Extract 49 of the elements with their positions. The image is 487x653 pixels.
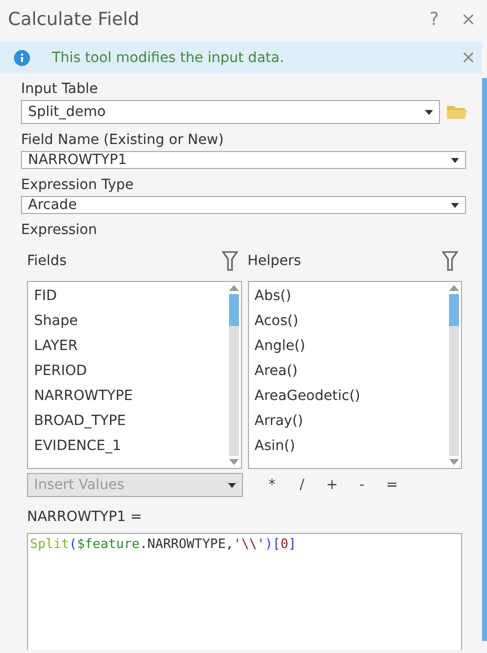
operator-button[interactable]: - <box>347 476 377 494</box>
scrollbar-thumb[interactable] <box>482 78 487 641</box>
field-label: Field Name (Existing or New) <box>21 132 225 148</box>
scroll-down-icon[interactable] <box>228 459 238 465</box>
section-label: Expression <box>21 222 98 238</box>
list-item[interactable]: Abs() <box>254 284 441 309</box>
input-table-dropdown[interactable]: Split_demo <box>21 100 440 124</box>
operator-button[interactable]: / <box>287 476 317 494</box>
banner-message: This tool modifies the input data. <box>52 50 286 66</box>
list-item[interactable]: EVIDENCE_1 <box>34 434 220 459</box>
operator-button[interactable]: * <box>257 476 287 494</box>
field-label: Expression Type <box>21 177 135 193</box>
operator-button[interactable]: + <box>317 476 347 494</box>
list-item[interactable]: Array() <box>254 409 441 434</box>
list-item[interactable]: Acos() <box>254 309 441 334</box>
code-editor[interactable]: Split($feature.NARROWTYPE,'\\')[0] <box>27 533 462 650</box>
expression-type-dropdown[interactable]: Arcade <box>21 196 466 214</box>
caret-icon <box>451 158 459 162</box>
scroll-up-icon[interactable] <box>228 285 238 291</box>
caret-icon <box>425 110 433 114</box>
list-item[interactable]: FID <box>34 284 220 309</box>
scroll-up-icon[interactable] <box>449 285 459 291</box>
list-item[interactable]: LAYER <box>34 334 220 359</box>
info-icon <box>14 50 30 66</box>
list-title: Helpers <box>248 253 302 269</box>
scrollbar-track[interactable] <box>228 294 238 456</box>
scrollbar-thumb[interactable] <box>449 294 459 326</box>
filter-icon[interactable] <box>222 251 238 271</box>
field-name-dropdown[interactable]: NARROWTYP1 <box>21 151 466 169</box>
caret-icon <box>451 202 459 208</box>
list-item[interactable]: PERIOD <box>34 359 220 384</box>
list-item[interactable]: Area() <box>254 359 441 384</box>
target-label: NARROWTYP1 = <box>27 509 144 525</box>
list-item[interactable]: Angle() <box>254 334 441 359</box>
scrollbar-thumb[interactable] <box>228 294 238 326</box>
list-item[interactable]: Shape <box>34 309 220 334</box>
folder-icon[interactable] <box>446 104 468 120</box>
operator-button[interactable]: = <box>377 476 407 494</box>
caret-icon <box>228 482 236 488</box>
field-label: Input Table <box>21 81 99 97</box>
list-item[interactable]: Asin() <box>254 434 441 459</box>
scrollbar-track[interactable] <box>449 294 459 456</box>
window-title: Calculate Field <box>8 8 140 30</box>
list-item[interactable]: AreaGeodetic() <box>254 384 441 409</box>
list-title: Fields <box>27 253 68 269</box>
filter-icon[interactable] <box>442 251 458 271</box>
list-item[interactable]: BROAD_TYPE <box>34 409 220 434</box>
list-item[interactable]: NARROWTYPE <box>34 384 220 409</box>
scroll-down-icon[interactable] <box>449 459 459 465</box>
